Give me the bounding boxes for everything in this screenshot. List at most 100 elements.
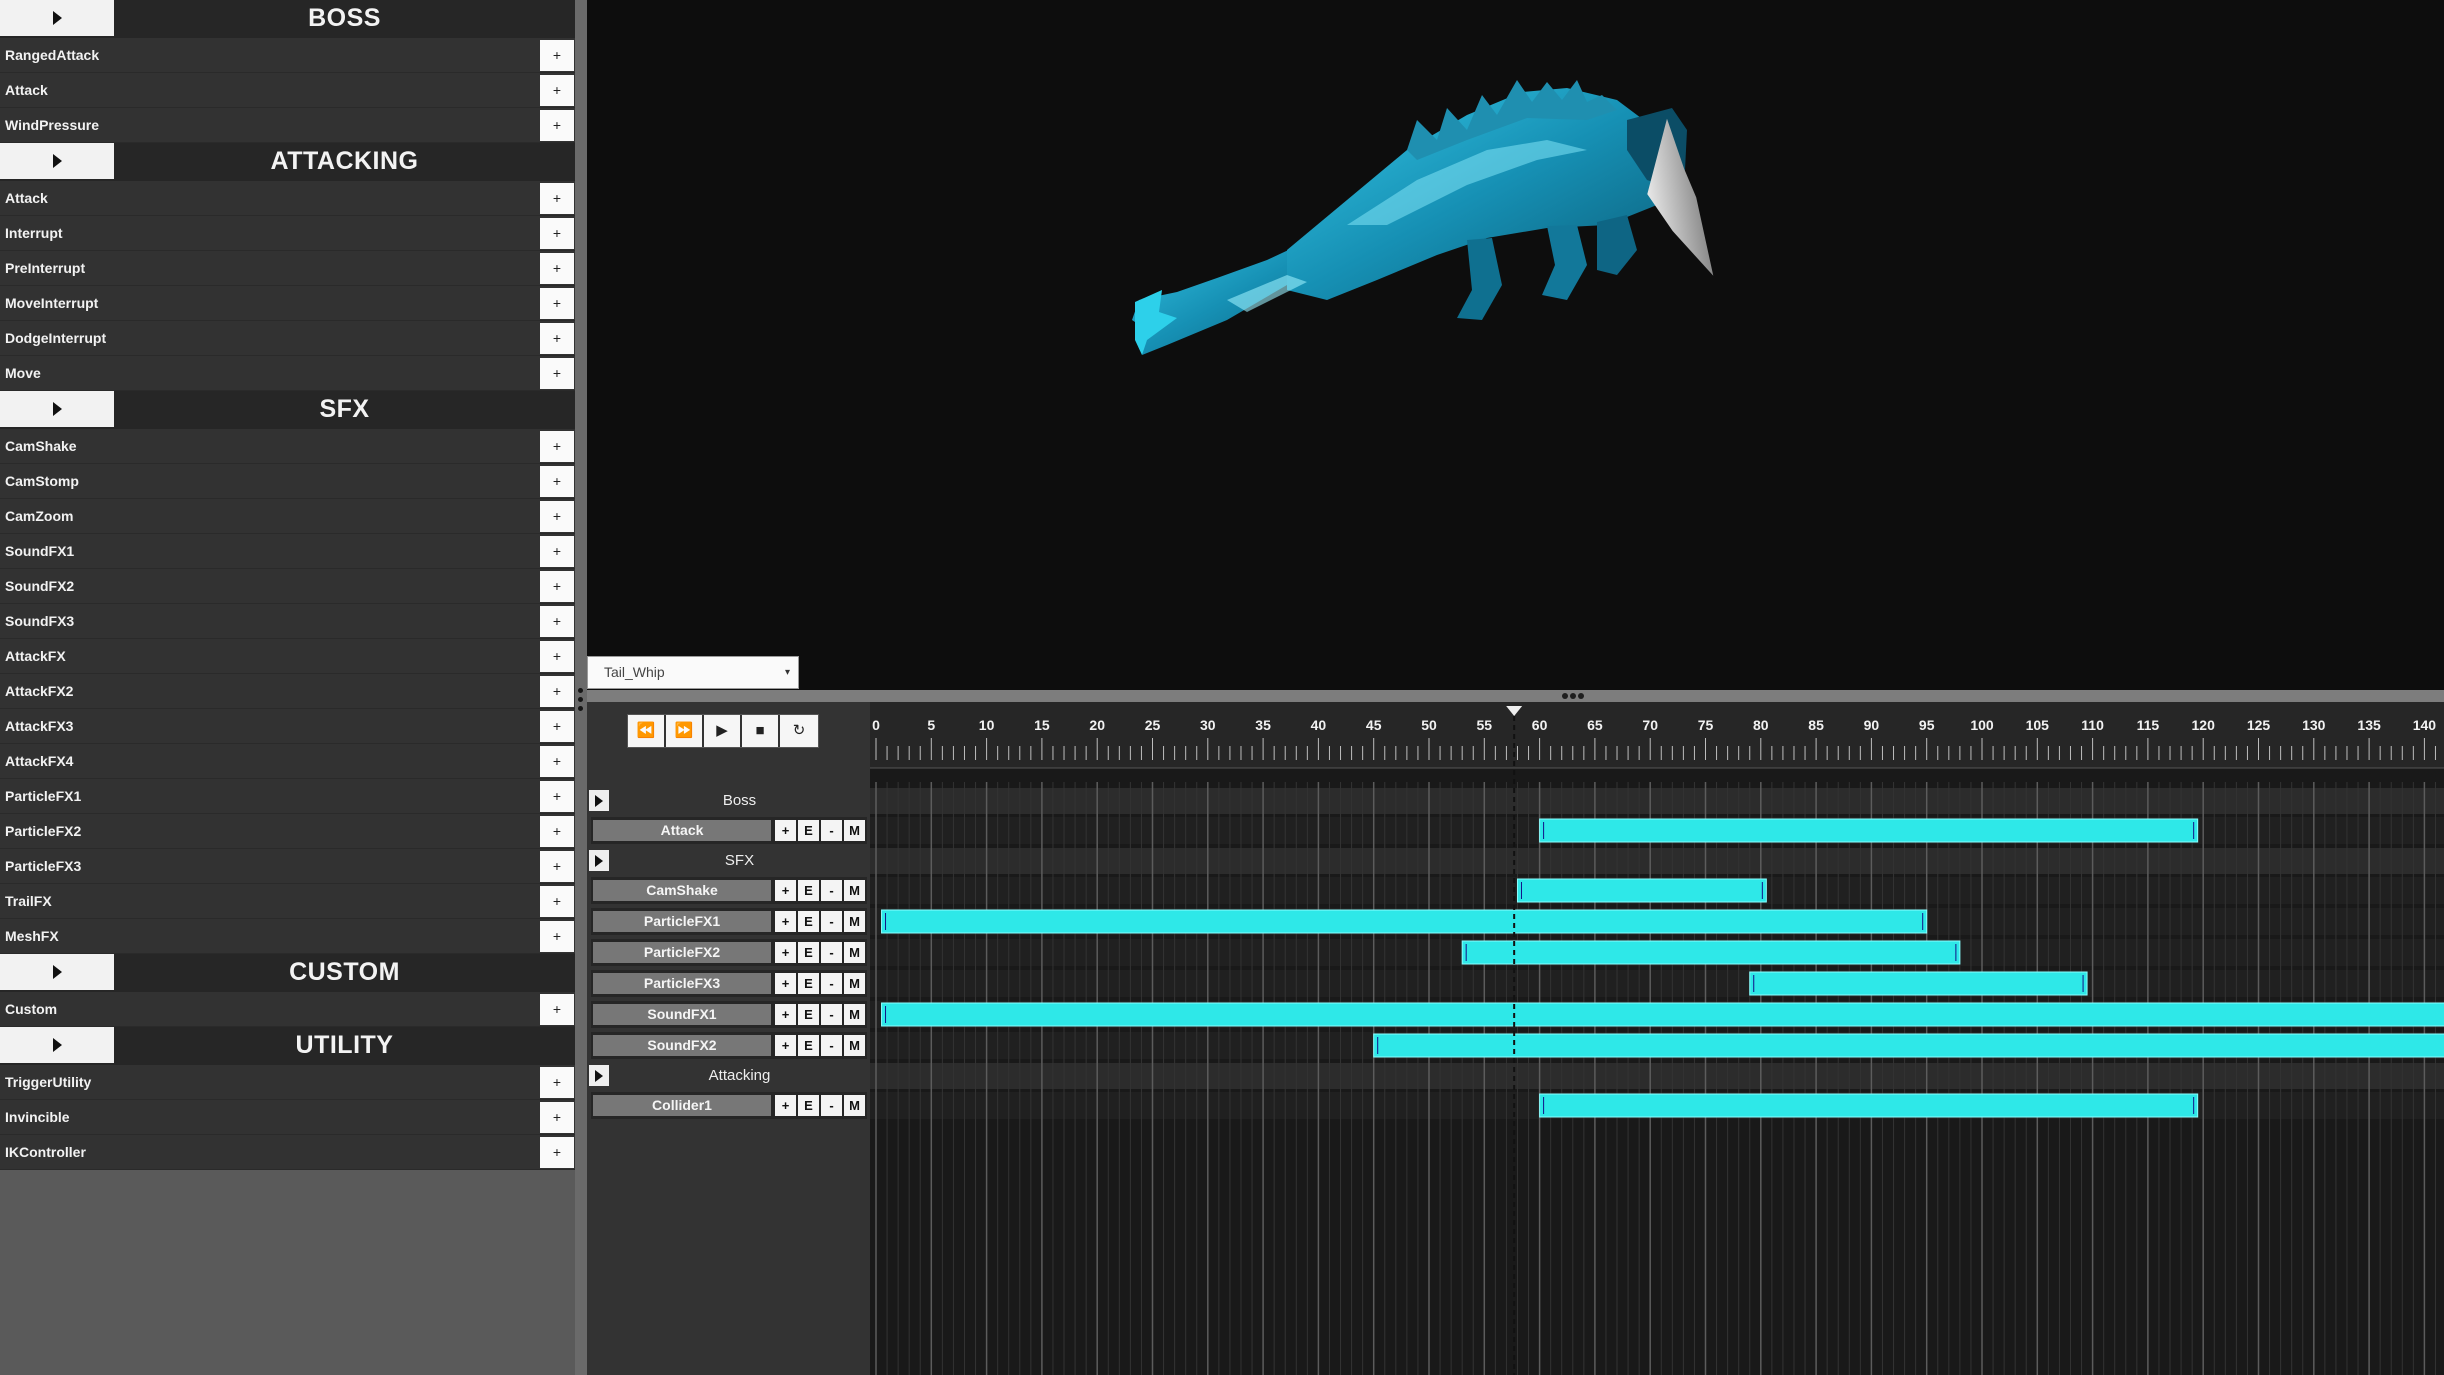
add-event-button[interactable]: + <box>540 781 574 812</box>
remove-key-button[interactable]: - <box>821 973 842 994</box>
rewind-button[interactable]: ⏪ <box>628 715 666 747</box>
track-name[interactable]: ParticleFX1 <box>593 911 771 932</box>
event-item-trailfx[interactable]: TrailFX + <box>0 884 575 919</box>
add-key-button[interactable]: + <box>775 820 796 841</box>
mute-button[interactable]: M <box>844 820 865 841</box>
mute-button[interactable]: M <box>844 973 865 994</box>
event-item-soundfx1[interactable]: SoundFX1 + <box>0 534 575 569</box>
track-name[interactable]: ParticleFX3 <box>593 973 771 994</box>
event-item-attack[interactable]: Attack + <box>0 73 575 108</box>
track-name[interactable]: SoundFX2 <box>593 1035 771 1056</box>
stop-button[interactable]: ■ <box>742 715 780 747</box>
add-key-button[interactable]: + <box>775 1095 796 1116</box>
edit-button[interactable]: E <box>798 1035 819 1056</box>
event-item-move[interactable]: Move + <box>0 356 575 391</box>
panel-splitter[interactable] <box>575 0 587 1375</box>
event-item-preinterrupt[interactable]: PreInterrupt + <box>0 251 575 286</box>
event-item-invincible[interactable]: Invincible + <box>0 1100 575 1135</box>
animation-select[interactable]: Tail_Whip ▾ <box>587 656 799 689</box>
event-item-attack[interactable]: Attack + <box>0 181 575 216</box>
add-event-button[interactable]: + <box>540 816 574 847</box>
fast-forward-button[interactable]: ⏩ <box>666 715 704 747</box>
event-item-moveinterrupt[interactable]: MoveInterrupt + <box>0 286 575 321</box>
add-event-button[interactable]: + <box>540 921 574 952</box>
event-item-dodgeinterrupt[interactable]: DodgeInterrupt + <box>0 321 575 356</box>
track-name[interactable]: SoundFX1 <box>593 1004 771 1025</box>
add-event-button[interactable]: + <box>540 358 574 389</box>
add-event-button[interactable]: + <box>540 288 574 319</box>
add-event-button[interactable]: + <box>540 886 574 917</box>
event-item-attackfx[interactable]: AttackFX + <box>0 639 575 674</box>
track-name[interactable]: ParticleFX2 <box>593 942 771 963</box>
add-event-button[interactable]: + <box>540 253 574 284</box>
category-toggle-button[interactable] <box>0 0 114 36</box>
remove-key-button[interactable]: - <box>821 911 842 932</box>
event-item-custom[interactable]: Custom + <box>0 992 575 1027</box>
mute-button[interactable]: M <box>844 942 865 963</box>
event-item-windpressure[interactable]: WindPressure + <box>0 108 575 143</box>
group-toggle-button[interactable] <box>589 850 609 871</box>
mute-button[interactable]: M <box>844 880 865 901</box>
edit-button[interactable]: E <box>798 880 819 901</box>
event-item-rangedattack[interactable]: RangedAttack + <box>0 38 575 73</box>
event-item-particlefx2[interactable]: ParticleFX2 + <box>0 814 575 849</box>
add-key-button[interactable]: + <box>775 1035 796 1056</box>
add-event-button[interactable]: + <box>540 466 574 497</box>
event-item-attackfx3[interactable]: AttackFX3 + <box>0 709 575 744</box>
add-key-button[interactable]: + <box>775 942 796 963</box>
add-event-button[interactable]: + <box>540 571 574 602</box>
add-event-button[interactable]: + <box>540 641 574 672</box>
timeline[interactable]: 0 5 10 15 20 25 30 35 40 45 50 55 60 65 70 75 80 85 90 95 10… <box>870 702 2444 1375</box>
add-event-button[interactable]: + <box>540 746 574 777</box>
edit-button[interactable]: E <box>798 973 819 994</box>
3d-viewport[interactable] <box>587 0 2444 690</box>
event-item-meshfx[interactable]: MeshFX + <box>0 919 575 954</box>
track-name[interactable]: Collider1 <box>593 1095 771 1116</box>
category-toggle-button[interactable] <box>0 1027 114 1063</box>
add-key-button[interactable]: + <box>775 1004 796 1025</box>
edit-button[interactable]: E <box>798 911 819 932</box>
timeline-canvas[interactable]: 0 5 10 15 20 25 30 35 40 45 50 55 60 65 70 75 80 85 90 95 10… <box>870 702 2444 1375</box>
add-event-button[interactable]: + <box>540 1137 574 1168</box>
mute-button[interactable]: M <box>844 911 865 932</box>
edit-button[interactable]: E <box>798 942 819 963</box>
add-event-button[interactable]: + <box>540 1102 574 1133</box>
event-item-soundfx2[interactable]: SoundFX2 + <box>0 569 575 604</box>
track-name[interactable]: Attack <box>593 820 771 841</box>
group-toggle-button[interactable] <box>589 1065 609 1086</box>
add-event-button[interactable]: + <box>540 994 574 1025</box>
add-event-button[interactable]: + <box>540 218 574 249</box>
play-button[interactable]: ▶ <box>704 715 742 747</box>
add-event-button[interactable]: + <box>540 711 574 742</box>
add-event-button[interactable]: + <box>540 1067 574 1098</box>
add-event-button[interactable]: + <box>540 501 574 532</box>
event-item-particlefx1[interactable]: ParticleFX1 + <box>0 779 575 814</box>
remove-key-button[interactable]: - <box>821 1095 842 1116</box>
mute-button[interactable]: M <box>844 1095 865 1116</box>
edit-button[interactable]: E <box>798 1095 819 1116</box>
add-event-button[interactable]: + <box>540 536 574 567</box>
edit-button[interactable]: E <box>798 820 819 841</box>
add-key-button[interactable]: + <box>775 973 796 994</box>
viewport-timeline-splitter[interactable] <box>587 690 2444 702</box>
category-toggle-button[interactable] <box>0 391 114 427</box>
event-item-interrupt[interactable]: Interrupt + <box>0 216 575 251</box>
add-event-button[interactable]: + <box>540 431 574 462</box>
event-item-attackfx4[interactable]: AttackFX4 + <box>0 744 575 779</box>
group-toggle-button[interactable] <box>589 790 609 811</box>
edit-button[interactable]: E <box>798 1004 819 1025</box>
category-toggle-button[interactable] <box>0 954 114 990</box>
add-event-button[interactable]: + <box>540 75 574 106</box>
event-item-ikcontroller[interactable]: IKController + <box>0 1135 575 1170</box>
track-name[interactable]: CamShake <box>593 880 771 901</box>
event-item-camstomp[interactable]: CamStomp + <box>0 464 575 499</box>
event-item-camshake[interactable]: CamShake + <box>0 429 575 464</box>
event-item-triggerutility[interactable]: TriggerUtility + <box>0 1065 575 1100</box>
add-key-button[interactable]: + <box>775 911 796 932</box>
mute-button[interactable]: M <box>844 1004 865 1025</box>
add-event-button[interactable]: + <box>540 183 574 214</box>
add-key-button[interactable]: + <box>775 880 796 901</box>
add-event-button[interactable]: + <box>540 676 574 707</box>
remove-key-button[interactable]: - <box>821 1035 842 1056</box>
add-event-button[interactable]: + <box>540 323 574 354</box>
